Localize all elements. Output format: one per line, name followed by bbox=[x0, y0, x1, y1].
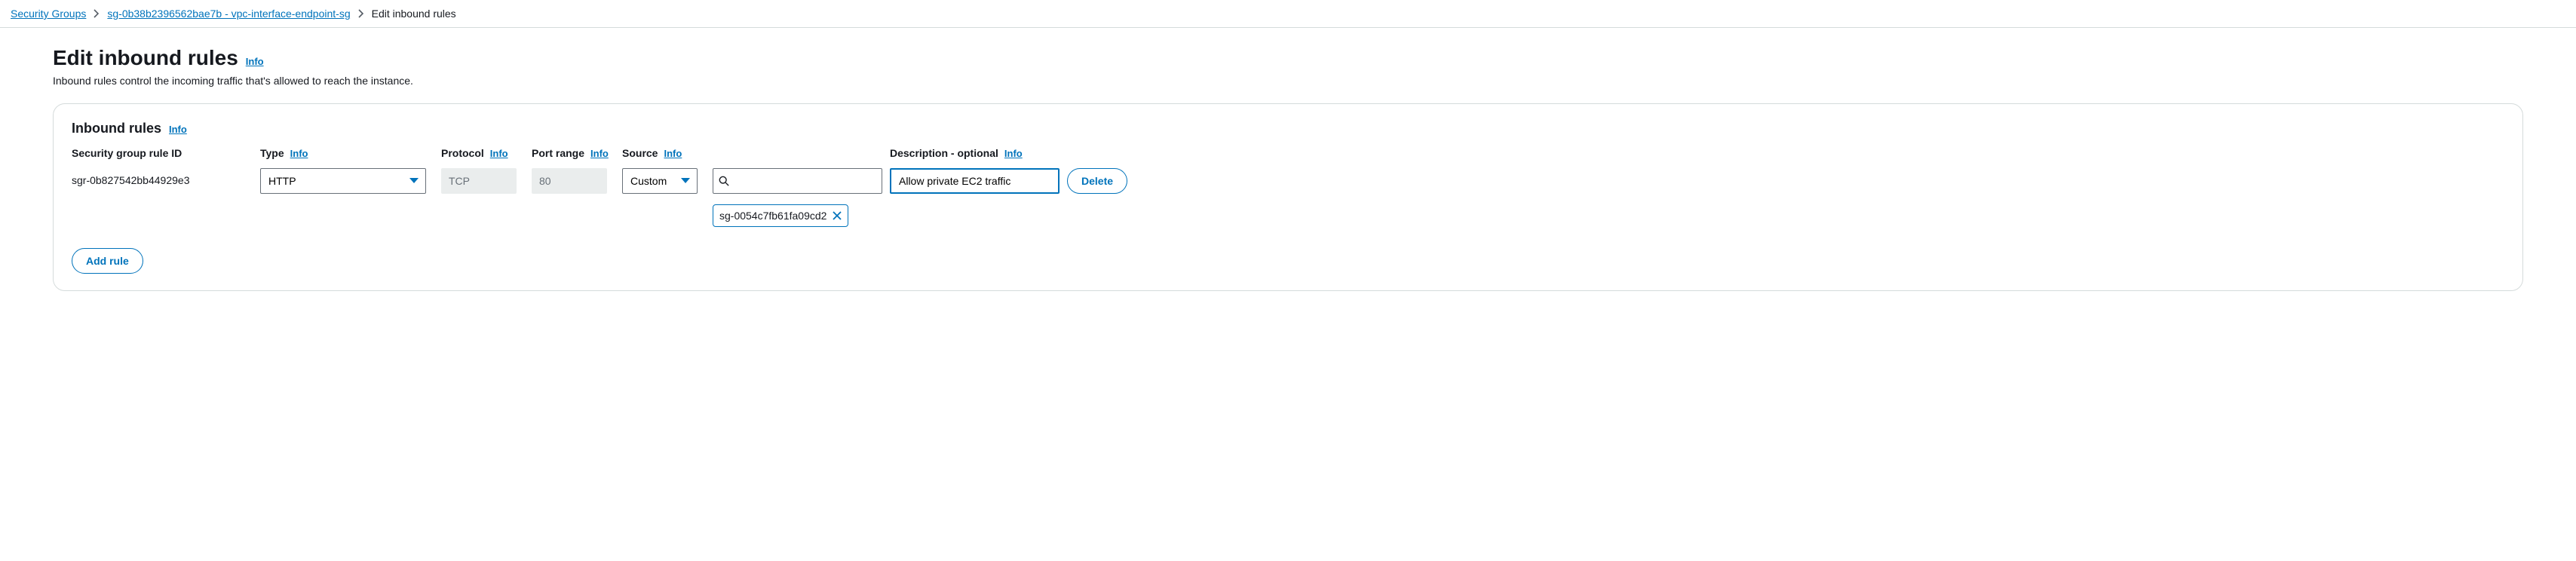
remove-token-icon[interactable] bbox=[833, 211, 842, 220]
port-range-field bbox=[532, 168, 607, 194]
breadcrumb-current: Edit inbound rules bbox=[372, 8, 456, 20]
type-info-link[interactable]: Info bbox=[290, 148, 308, 159]
protocol-info-link[interactable]: Info bbox=[490, 148, 508, 159]
source-token: sg-0054c7fb61fa09cd2 bbox=[713, 204, 848, 227]
rule-row: sgr-0b827542bb44929e3 HTTP Custom bbox=[72, 168, 2504, 227]
header-protocol: Protocol bbox=[441, 147, 484, 159]
source-mode-select[interactable]: Custom bbox=[622, 168, 698, 194]
page-title: Edit inbound rules bbox=[53, 46, 238, 70]
breadcrumb-root-link[interactable]: Security Groups bbox=[11, 8, 86, 20]
header-source: Source bbox=[622, 147, 658, 159]
header-ruleid: Security group rule ID bbox=[72, 147, 182, 159]
header-description: Description - optional bbox=[890, 147, 998, 159]
inbound-rules-panel: Inbound rules Info Security group rule I… bbox=[53, 103, 2523, 291]
protocol-field bbox=[441, 168, 517, 194]
panel-info-link[interactable]: Info bbox=[169, 124, 187, 135]
description-input[interactable] bbox=[890, 168, 1060, 194]
page-subtitle: Inbound rules control the incoming traff… bbox=[53, 75, 2523, 87]
panel-title: Inbound rules bbox=[72, 121, 161, 136]
chevron-right-icon bbox=[358, 9, 364, 18]
add-rule-button[interactable]: Add rule bbox=[72, 248, 143, 274]
portrange-info-link[interactable]: Info bbox=[590, 148, 609, 159]
type-select[interactable]: HTTP bbox=[260, 168, 426, 194]
rule-id-value: sgr-0b827542bb44929e3 bbox=[72, 168, 260, 186]
column-headers: Security group rule ID Type Info Protoco… bbox=[72, 147, 2504, 159]
description-info-link[interactable]: Info bbox=[1004, 148, 1023, 159]
source-token-label: sg-0054c7fb61fa09cd2 bbox=[719, 210, 826, 222]
chevron-right-icon bbox=[94, 9, 100, 18]
header-type: Type bbox=[260, 147, 284, 159]
page-info-link[interactable]: Info bbox=[246, 56, 264, 67]
source-search-input[interactable] bbox=[713, 168, 882, 194]
delete-button[interactable]: Delete bbox=[1067, 168, 1127, 194]
breadcrumb-sg-link[interactable]: sg-0b38b2396562bae7b - vpc-interface-end… bbox=[107, 8, 350, 20]
source-info-link[interactable]: Info bbox=[664, 148, 682, 159]
header-portrange: Port range bbox=[532, 147, 584, 159]
breadcrumb: Security Groups sg-0b38b2396562bae7b - v… bbox=[0, 0, 2576, 28]
